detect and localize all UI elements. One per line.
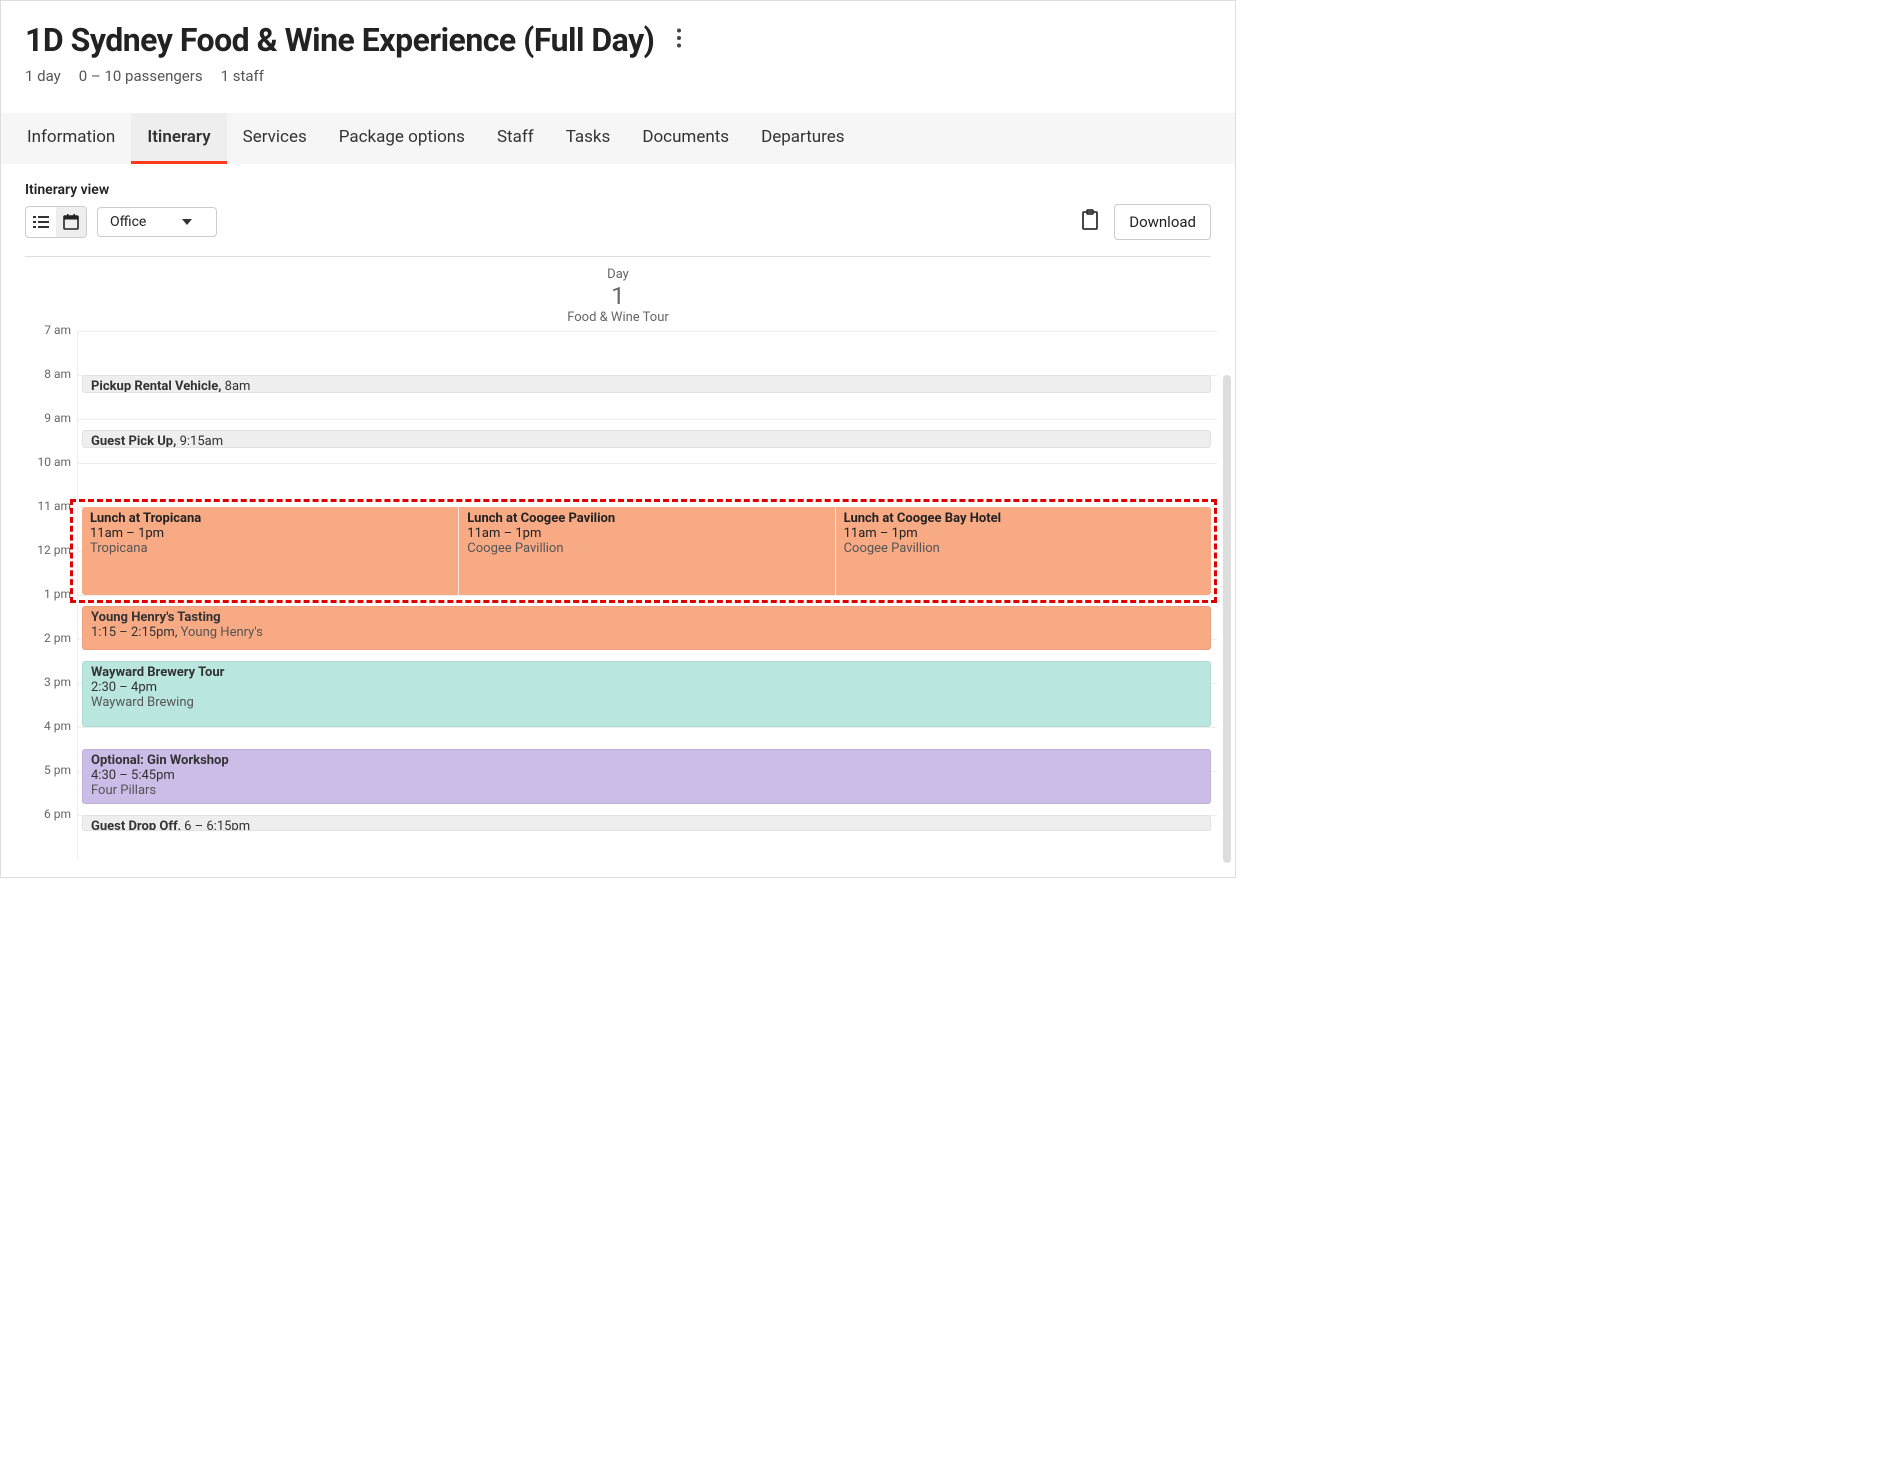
hour-label: 4 pm: [44, 719, 71, 733]
day-header: Day 1 Food & Wine Tour: [19, 257, 1217, 331]
tab-services[interactable]: Services: [227, 113, 323, 164]
tab-staff[interactable]: Staff: [481, 113, 550, 164]
tab-documents[interactable]: Documents: [626, 113, 745, 164]
event-pickup-rental-vehicle[interactable]: Pickup Rental Vehicle, 8am: [82, 375, 1211, 393]
event-time: 6 – 6:15pm: [184, 819, 250, 831]
tab-tasks[interactable]: Tasks: [550, 113, 627, 164]
day-number: 1: [19, 282, 1217, 310]
event-venue: Coogee Pavillion: [467, 541, 826, 556]
event-title: Lunch at Tropicana: [90, 511, 450, 526]
list-icon: [33, 215, 49, 229]
header-meta: 1 day 0 – 10 passengers 1 staff: [25, 67, 1211, 85]
more-menu-button[interactable]: [670, 22, 688, 58]
day-label: Day: [19, 267, 1217, 282]
calendar-icon: [63, 214, 79, 230]
event-venue: Wayward Brewing: [91, 695, 1202, 710]
scrollbar[interactable]: [1223, 375, 1231, 863]
list-view-button[interactable]: [26, 207, 56, 237]
event-title: Wayward Brewery Tour: [91, 665, 1202, 680]
tab-information[interactable]: Information: [11, 113, 131, 164]
event-title: Optional: Gin Workshop: [91, 753, 1202, 768]
hour-label: 1 pm: [44, 587, 71, 601]
hour-label: 9 am: [44, 411, 71, 425]
event-venue: Young Henry's: [181, 625, 263, 640]
event-time: 11am – 1pm: [467, 526, 826, 541]
event-time: 4:30 – 5:45pm: [91, 768, 1202, 783]
event-time: 11am – 1pm: [90, 526, 450, 541]
page-title: 1D Sydney Food & Wine Experience (Full D…: [25, 21, 654, 59]
event-time: 2:30 – 4pm: [91, 680, 1202, 695]
calendar-view-button[interactable]: [56, 207, 86, 237]
event-gin-workshop[interactable]: Optional: Gin Workshop 4:30 – 5:45pm Fou…: [82, 749, 1211, 804]
day-column[interactable]: Pickup Rental Vehicle, 8am Guest Pick Up…: [77, 331, 1217, 859]
hour-label: 3 pm: [44, 675, 71, 689]
view-scope-value: Office: [110, 214, 146, 230]
kebab-icon: [676, 28, 682, 48]
event-time: 8am: [225, 379, 251, 393]
meta-staff: 1 staff: [221, 67, 264, 85]
tab-package-options[interactable]: Package options: [323, 113, 481, 164]
hour-label: 11 am: [37, 499, 71, 513]
event-lunch-tropicana[interactable]: Lunch at Tropicana 11am – 1pm Tropicana: [82, 507, 458, 595]
event-title: Lunch at Coogee Pavilion: [467, 511, 826, 526]
hour-label: 7 am: [44, 323, 71, 337]
event-time: 9:15am: [180, 434, 224, 448]
event-title: Guest Drop Off,: [91, 819, 181, 831]
meta-passengers: 0 – 10 passengers: [79, 67, 203, 85]
event-guest-pick-up[interactable]: Guest Pick Up, 9:15am: [82, 430, 1211, 448]
view-scope-select[interactable]: Office: [97, 207, 217, 237]
day-subtitle: Food & Wine Tour: [19, 310, 1217, 325]
hour-label: 2 pm: [44, 631, 71, 645]
event-guest-drop-off[interactable]: Guest Drop Off, 6 – 6:15pm: [82, 815, 1211, 831]
event-time: 11am – 1pm: [844, 526, 1203, 541]
meta-duration: 1 day: [25, 67, 61, 85]
event-lunch-coogee-pavilion[interactable]: Lunch at Coogee Pavilion 11am – 1pm Coog…: [458, 507, 834, 595]
event-lunch-group: Lunch at Tropicana 11am – 1pm Tropicana …: [82, 507, 1211, 595]
event-title: Pickup Rental Vehicle,: [91, 379, 221, 393]
event-title: Young Henry's Tasting: [91, 610, 221, 625]
download-button[interactable]: Download: [1114, 204, 1211, 240]
itinerary-view-label: Itinerary view: [25, 182, 1211, 198]
hour-label: 10 am: [37, 455, 71, 469]
hour-label: 5 pm: [44, 763, 71, 777]
event-young-henrys[interactable]: Young Henry's Tasting 1:15 – 2:15pm, You…: [82, 606, 1211, 650]
event-time: 1:15 – 2:15pm,: [91, 625, 177, 640]
event-lunch-coogee-bay-hotel[interactable]: Lunch at Coogee Bay Hotel 11am – 1pm Coo…: [835, 507, 1211, 595]
tab-itinerary[interactable]: Itinerary: [131, 113, 226, 164]
time-axis: 7 am 8 am 9 am 10 am 11 am 12 pm 1 pm 2 …: [19, 331, 77, 859]
clipboard-button[interactable]: [1080, 209, 1100, 235]
hour-label: 8 am: [44, 367, 71, 381]
event-title: Lunch at Coogee Bay Hotel: [844, 511, 1203, 526]
event-wayward-brewery[interactable]: Wayward Brewery Tour 2:30 – 4pm Wayward …: [82, 661, 1211, 727]
chevron-down-icon: [182, 219, 192, 225]
tab-bar: Information Itinerary Services Package o…: [1, 113, 1235, 164]
event-venue: Coogee Pavillion: [844, 541, 1203, 556]
view-switcher: [25, 206, 87, 238]
event-venue: Four Pillars: [91, 783, 1202, 798]
hour-label: 6 pm: [44, 807, 71, 821]
event-venue: Tropicana: [90, 541, 450, 556]
clipboard-icon: [1080, 209, 1100, 231]
hour-label: 12 pm: [37, 543, 71, 557]
tab-departures[interactable]: Departures: [745, 113, 860, 164]
event-title: Guest Pick Up,: [91, 434, 176, 448]
